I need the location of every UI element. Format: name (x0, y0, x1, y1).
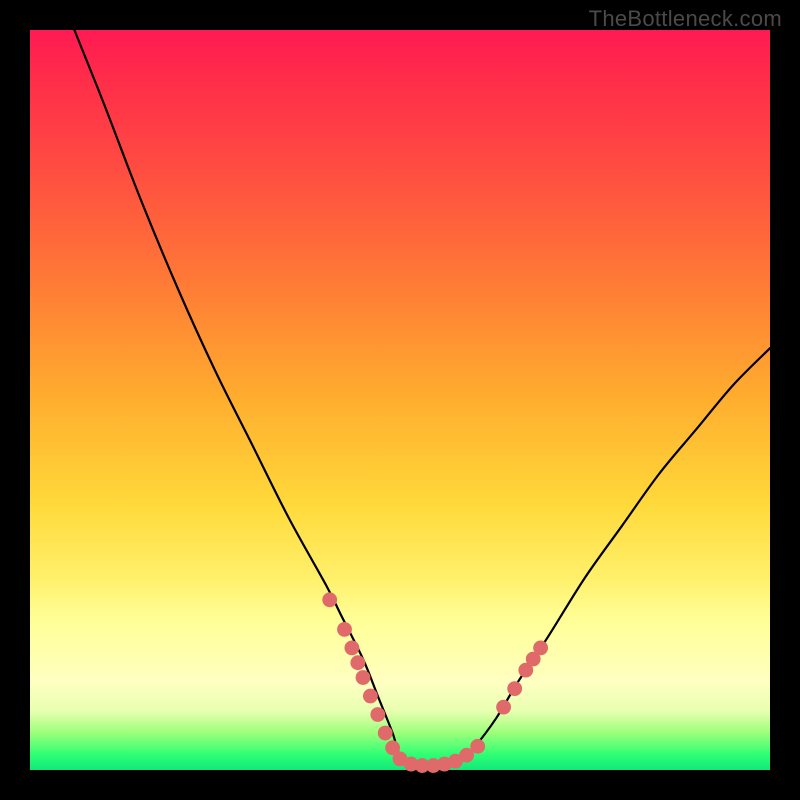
data-dot (533, 641, 548, 656)
data-dot (345, 641, 360, 656)
data-dot (470, 739, 485, 754)
dots-group (322, 592, 548, 773)
data-dot (378, 726, 393, 741)
watermark-text: TheBottleneck.com (589, 6, 782, 32)
data-dot (496, 700, 511, 715)
data-dot (507, 681, 522, 696)
v-curve (74, 30, 770, 766)
plot-area (30, 30, 770, 770)
data-dot (363, 689, 378, 704)
data-dot (356, 670, 371, 685)
data-dot (370, 707, 385, 722)
data-dot (322, 592, 337, 607)
data-dot (350, 655, 365, 670)
data-dot (337, 622, 352, 637)
chart-svg (30, 30, 770, 770)
